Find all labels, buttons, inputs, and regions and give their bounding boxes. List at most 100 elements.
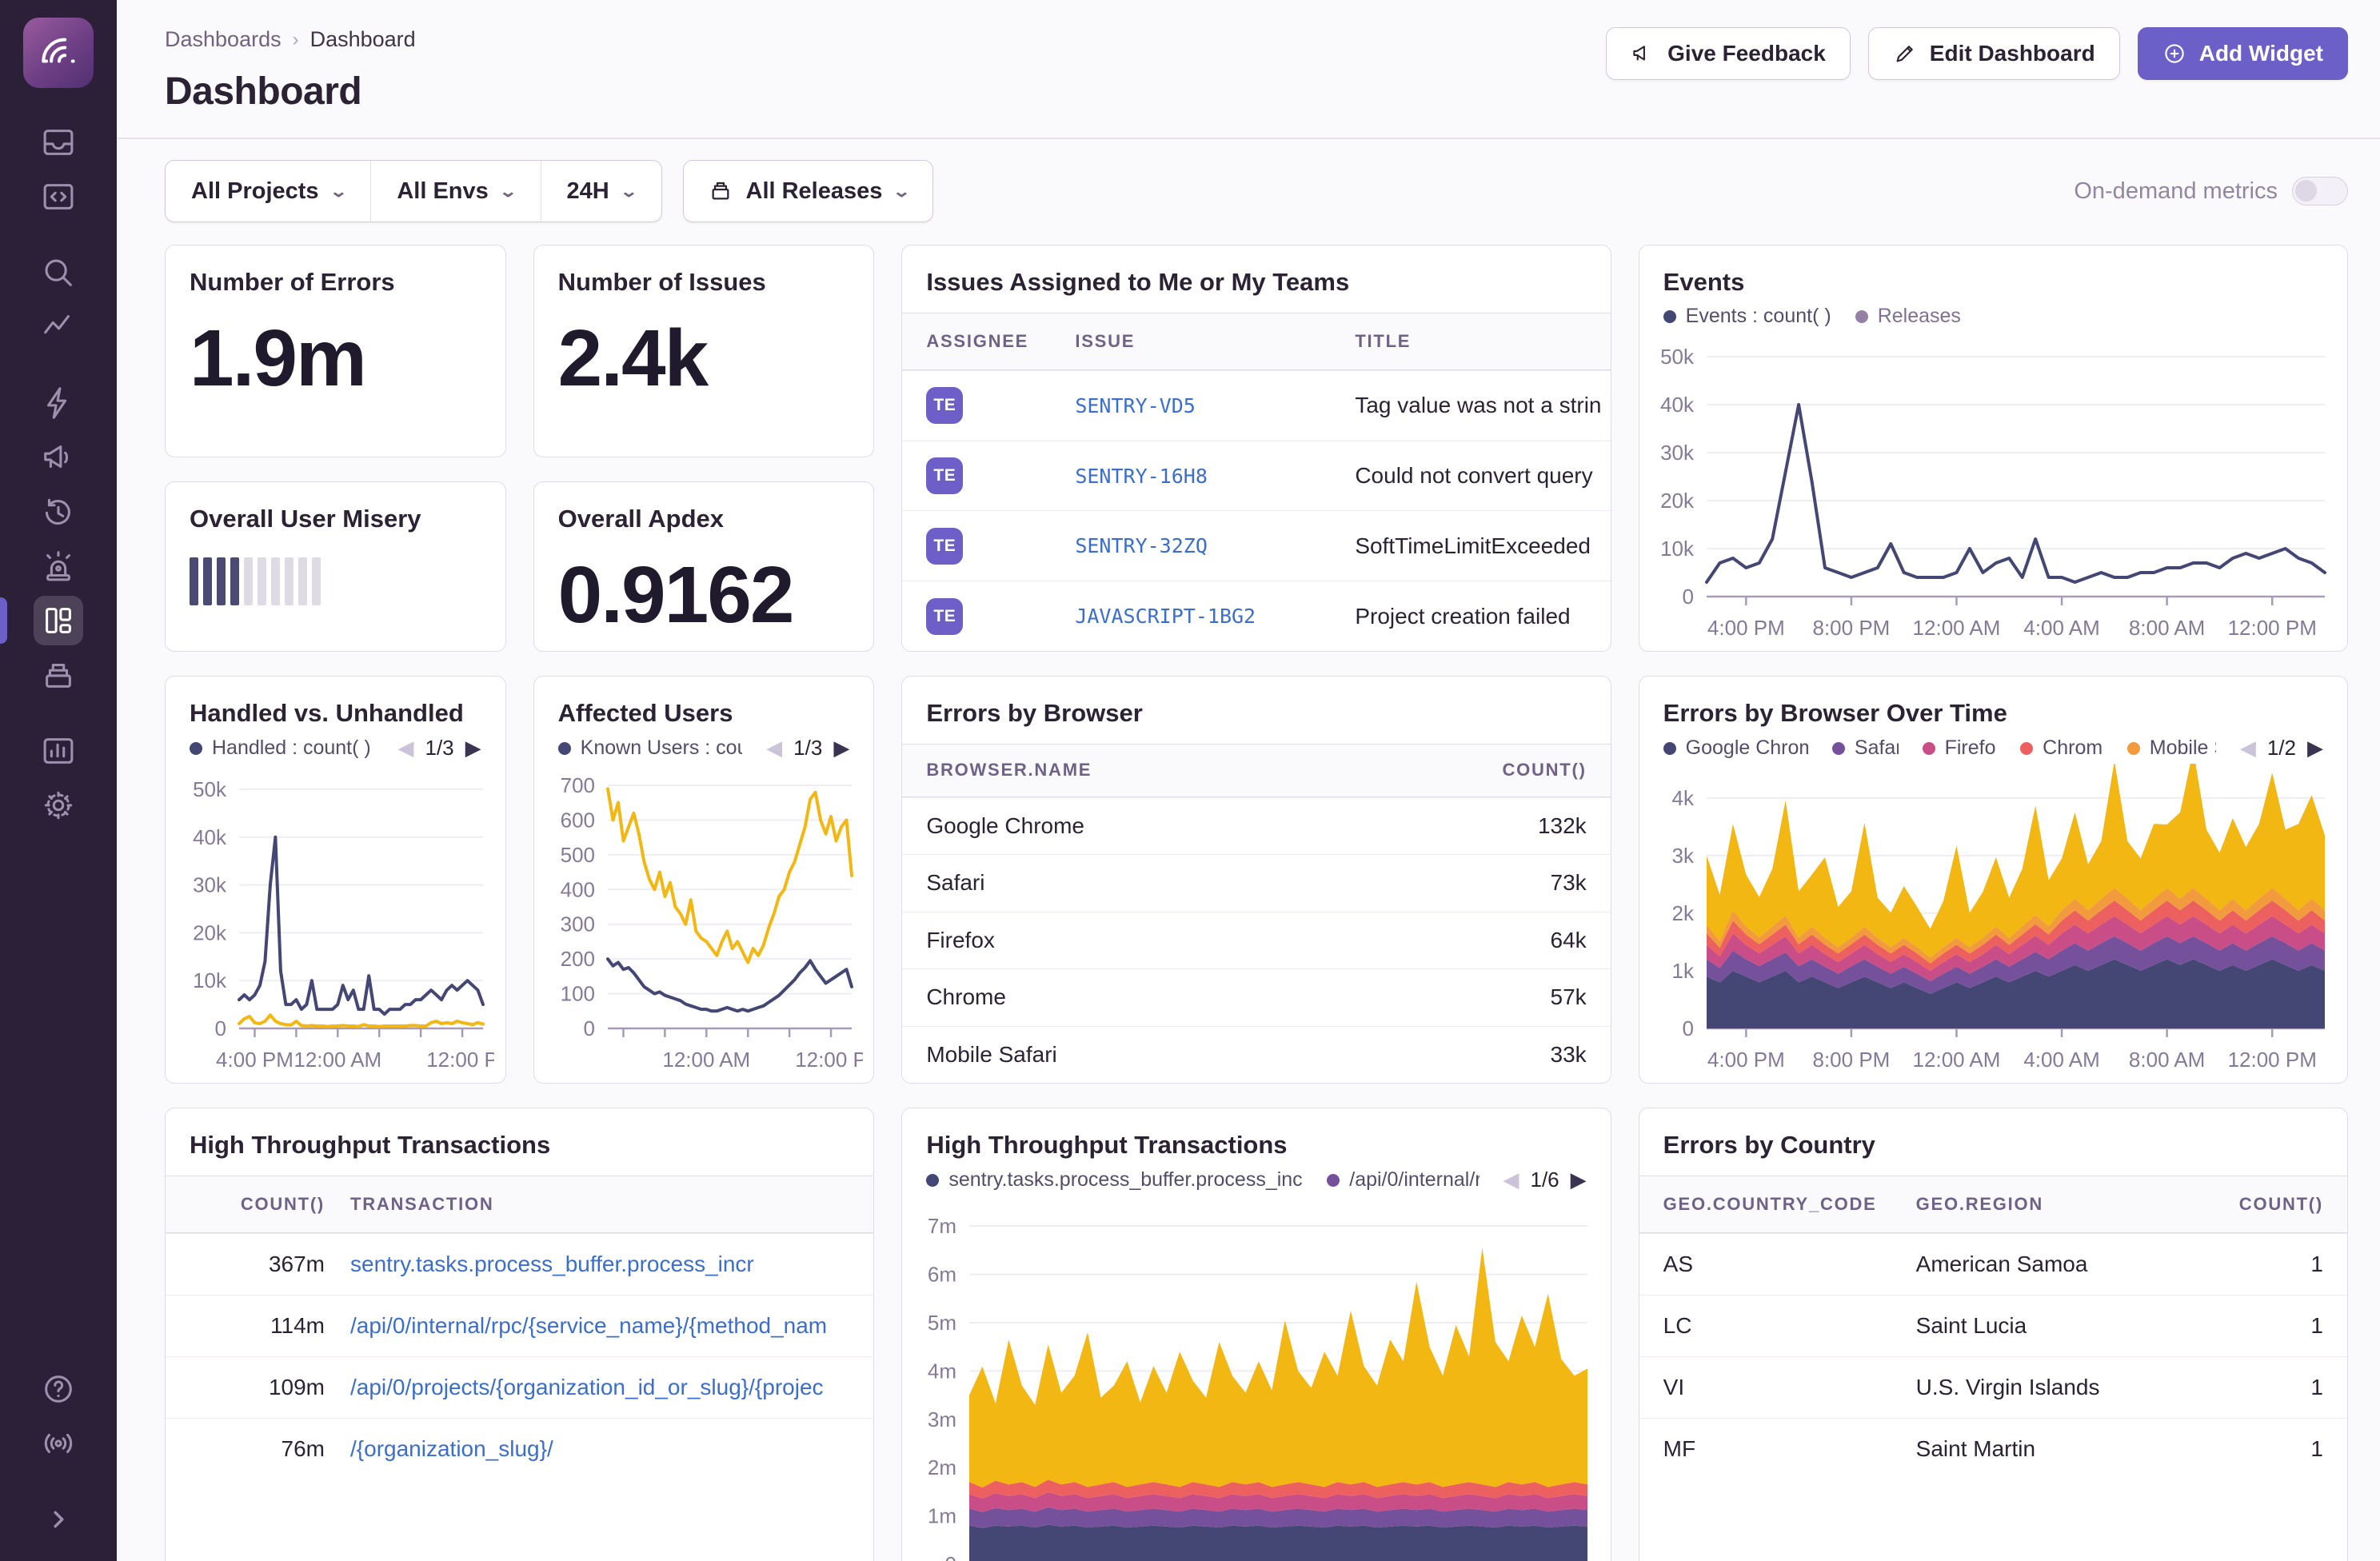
legend-item[interactable]: Handled : count( ) bbox=[190, 737, 371, 760]
table-row[interactable]: TESENTRY-32ZQSoftTimeLimitExceeded bbox=[902, 510, 1610, 581]
table-cell: AS bbox=[1639, 1252, 1903, 1277]
table-row[interactable]: VIU.S. Virgin Islands1 bbox=[1639, 1356, 2347, 1418]
sidebar-item-insights[interactable] bbox=[0, 378, 117, 428]
affected-users-chart[interactable]: 010020030040050060070012:00 AM12:00 P bbox=[539, 764, 863, 1078]
issue-link[interactable]: JAVASCRIPT-1BG2 bbox=[1062, 605, 1342, 628]
svg-text:12:00 AM: 12:00 AM bbox=[1912, 616, 2000, 640]
issue-link[interactable]: SENTRY-16H8 bbox=[1062, 465, 1342, 488]
sidebar-item-stats[interactable] bbox=[0, 726, 117, 776]
legend-item[interactable]: Mobile S bbox=[2127, 737, 2216, 760]
edit-dashboard-button[interactable]: Edit Dashboard bbox=[1868, 27, 2120, 80]
sentry-logo-icon bbox=[36, 30, 81, 75]
events-chart[interactable]: 010k20k30k40k50k4:00 PM8:00 PM12:00 AM4:… bbox=[1644, 331, 2336, 646]
table-row[interactable]: TEJAVASCRIPT-1BG2Project creation failed bbox=[902, 581, 1610, 651]
project-filter[interactable]: All Projects ⌄ bbox=[166, 161, 370, 222]
column-header[interactable]: GEO.COUNTRY_CODE bbox=[1639, 1194, 1903, 1215]
misery-bar-empty bbox=[258, 557, 266, 605]
pager-next-icon[interactable]: ▶ bbox=[833, 736, 849, 761]
table-row[interactable]: Mobile Safari33k bbox=[902, 1026, 1610, 1083]
table-row[interactable]: Google Chrome132k bbox=[902, 797, 1610, 854]
legend-item[interactable]: /api/0/internal/r bbox=[1327, 1168, 1479, 1192]
transaction-link[interactable]: /{organization_slug}/ bbox=[337, 1436, 873, 1462]
column-header[interactable]: GEO.REGION bbox=[1903, 1194, 2211, 1215]
legend-item[interactable]: Releases bbox=[1855, 305, 1961, 328]
legend-item[interactable]: Chrome bbox=[2020, 737, 2103, 760]
pager-prev-icon[interactable]: ◀ bbox=[766, 736, 782, 761]
sidebar-item-help[interactable] bbox=[0, 1364, 117, 1414]
sidebar-item-settings[interactable] bbox=[0, 780, 117, 830]
pager-next-icon[interactable]: ▶ bbox=[1571, 1168, 1587, 1192]
sentry-logo[interactable] bbox=[23, 18, 94, 88]
column-header[interactable]: TITLE bbox=[1342, 331, 1610, 352]
table-row[interactable]: ASAmerican Samoa1 bbox=[1639, 1233, 2347, 1295]
assignee-avatar[interactable]: TE bbox=[926, 528, 963, 565]
issue-link[interactable]: SENTRY-VD5 bbox=[1062, 394, 1342, 417]
column-header[interactable]: COUNT() bbox=[1435, 760, 1611, 780]
date-range-filter[interactable]: 24H ⌄ bbox=[541, 161, 661, 222]
column-header[interactable]: COUNT() bbox=[2211, 1194, 2347, 1215]
handled-vs-unhandled-chart[interactable]: 010k20k30k40k50k4:00 PM12:00 AM12:00 P bbox=[170, 764, 494, 1078]
transaction-link[interactable]: /api/0/internal/rpc/{service_name}/{meth… bbox=[337, 1313, 873, 1339]
legend-item[interactable]: Firefox bbox=[1923, 737, 1997, 760]
transaction-link[interactable]: sentry.tasks.process_buffer.process_incr bbox=[337, 1252, 873, 1277]
legend-item[interactable]: Google Chrome bbox=[1663, 737, 1808, 760]
svg-text:12:00 AM: 12:00 AM bbox=[294, 1048, 381, 1072]
column-header[interactable]: TRANSACTION bbox=[337, 1194, 873, 1215]
pager-next-icon[interactable]: ▶ bbox=[2307, 736, 2323, 761]
column-header[interactable]: ISSUE bbox=[1062, 331, 1342, 352]
legend-item[interactable]: Safari bbox=[1832, 737, 1899, 760]
table-row[interactable]: 114m/api/0/internal/rpc/{service_name}/{… bbox=[166, 1295, 873, 1356]
column-header[interactable]: BROWSER.NAME bbox=[902, 760, 1434, 780]
on-demand-metrics-toggle[interactable] bbox=[2292, 177, 2348, 206]
releases-filter[interactable]: All Releases ⌄ bbox=[683, 160, 934, 222]
table-row[interactable]: TESENTRY-16H8Could not convert query bbox=[902, 441, 1610, 511]
errors-by-browser-over-time-chart[interactable]: 01k2k3k4k4:00 PM8:00 PM12:00 AM4:00 AM8:… bbox=[1644, 764, 2336, 1078]
lightning-icon bbox=[34, 378, 83, 428]
table-row[interactable]: LCSaint Lucia1 bbox=[1639, 1295, 2347, 1356]
table-row[interactable]: 76m/{organization_slug}/ bbox=[166, 1418, 873, 1479]
table-row[interactable]: 367msentry.tasks.process_buffer.process_… bbox=[166, 1233, 873, 1295]
sidebar-collapse[interactable] bbox=[0, 1495, 117, 1544]
sidebar-item-feedback[interactable] bbox=[0, 433, 117, 482]
table-row[interactable]: TESENTRY-VD5Tag value was not a strin bbox=[902, 370, 1610, 441]
sidebar-item-issues[interactable] bbox=[0, 118, 117, 167]
add-widget-button[interactable]: Add Widget bbox=[2138, 27, 2348, 80]
legend-label: Releases bbox=[1878, 305, 1961, 328]
high-throughput-chart[interactable]: 01m2m3m4m5m6m7m4:00 PM8:00 PM12:00 AM4:0… bbox=[907, 1196, 1599, 1561]
pager-prev-icon[interactable]: ◀ bbox=[1503, 1168, 1519, 1192]
legend-dot-icon bbox=[1663, 742, 1676, 755]
table-row[interactable]: MFSaint Martin1 bbox=[1639, 1418, 2347, 1479]
table-row[interactable]: 109m/api/0/projects/{organization_id_or_… bbox=[166, 1356, 873, 1418]
sidebar-item-replays[interactable] bbox=[0, 487, 117, 537]
svg-text:0: 0 bbox=[583, 1016, 594, 1040]
give-feedback-button[interactable]: Give Feedback bbox=[1606, 27, 1851, 80]
legend-item[interactable]: sentry.tasks.process_buffer.process_incr bbox=[926, 1168, 1303, 1192]
environment-filter[interactable]: All Envs ⌄ bbox=[370, 161, 540, 222]
pager-prev-icon[interactable]: ◀ bbox=[2240, 736, 2256, 761]
sidebar-item-dashboards[interactable] bbox=[0, 596, 117, 645]
pager-prev-icon[interactable]: ◀ bbox=[398, 736, 414, 761]
table-row[interactable]: Chrome57k bbox=[902, 968, 1610, 1025]
sidebar-item-alerts[interactable] bbox=[0, 541, 117, 591]
sidebar-item-traces[interactable] bbox=[0, 302, 117, 352]
legend-item[interactable]: Events : count( ) bbox=[1663, 305, 1831, 328]
sidebar bbox=[0, 0, 117, 1561]
assignee-avatar[interactable]: TE bbox=[926, 457, 963, 494]
column-header[interactable]: COUNT() bbox=[166, 1194, 337, 1215]
svg-text:40k: 40k bbox=[193, 825, 227, 849]
chevron-down-icon: ⌄ bbox=[619, 182, 637, 202]
column-header[interactable]: ASSIGNEE bbox=[902, 331, 1062, 352]
sidebar-item-projects[interactable] bbox=[0, 172, 117, 222]
pager-next-icon[interactable]: ▶ bbox=[465, 736, 481, 761]
assignee-avatar[interactable]: TE bbox=[926, 387, 963, 424]
sidebar-item-releases[interactable] bbox=[0, 650, 117, 700]
table-row[interactable]: Safari73k bbox=[902, 854, 1610, 911]
sidebar-item-explore[interactable] bbox=[0, 248, 117, 297]
sidebar-item-broadcasts[interactable] bbox=[0, 1419, 117, 1468]
transaction-link[interactable]: /api/0/projects/{organization_id_or_slug… bbox=[337, 1375, 873, 1400]
legend-item[interactable]: Known Users : cour bbox=[558, 737, 743, 760]
table-row[interactable]: Firefox64k bbox=[902, 912, 1610, 968]
assignee-avatar[interactable]: TE bbox=[926, 598, 963, 635]
breadcrumb-dashboards[interactable]: Dashboards bbox=[165, 27, 282, 52]
issue-link[interactable]: SENTRY-32ZQ bbox=[1062, 534, 1342, 557]
